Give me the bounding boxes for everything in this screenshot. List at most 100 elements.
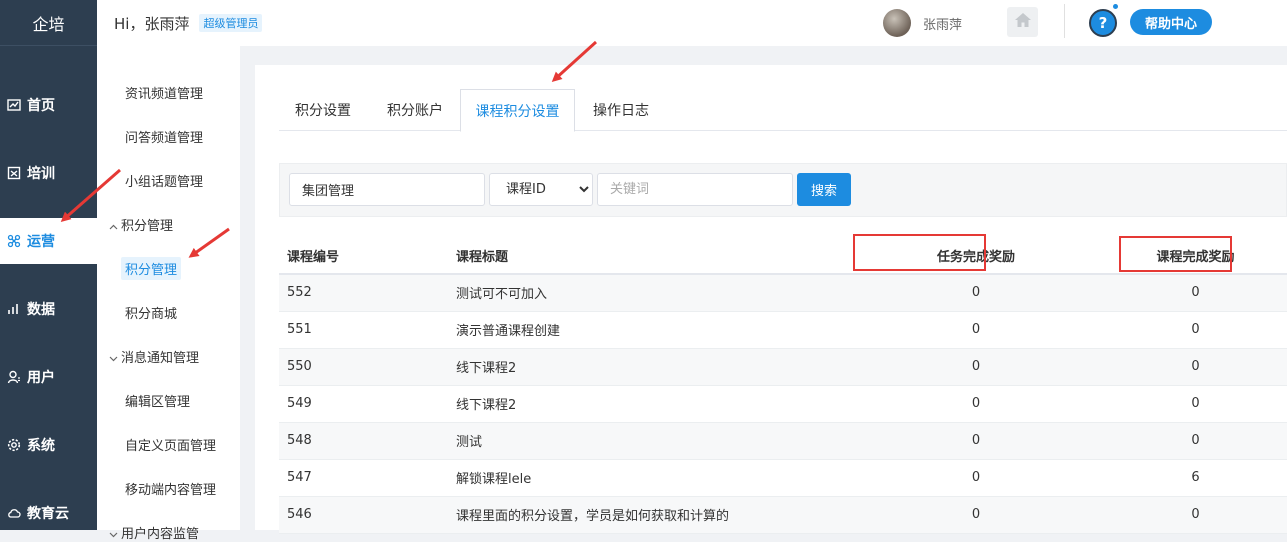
course-points-table: 课程编号 课程标题 任务完成奖励 课程完成奖励 552 测试可不可加入 0 0 …: [279, 237, 1287, 534]
cell-course-reward: 0: [1104, 348, 1287, 386]
avatar[interactable]: [883, 9, 911, 37]
chevron-down-icon: [109, 530, 121, 541]
sidebar-item-label: 培训: [27, 166, 55, 182]
sidebar-item-data[interactable]: 数据: [0, 286, 97, 332]
cell-course-title[interactable]: 线下课程2: [448, 348, 848, 386]
header-divider: [1064, 4, 1065, 38]
user-icon: [6, 369, 22, 385]
cell-course-id: 549: [279, 385, 448, 423]
submenu-item-qa-channel[interactable]: 问答频道管理: [125, 127, 203, 146]
cell-course-title[interactable]: 课程里面的积分设置，学员是如何获取和计算的: [448, 496, 848, 534]
submenu-item-news-channel[interactable]: 资讯频道管理: [125, 83, 203, 102]
submenu-group-label: 消息通知管理: [121, 351, 200, 366]
help-center-button[interactable]: 帮助中心: [1130, 9, 1212, 35]
role-badge: 超级管理员: [199, 14, 263, 32]
sidebar-item-label: 用户: [27, 370, 55, 386]
cell-course-reward: 0: [1104, 274, 1287, 312]
main-panel: 积分设置 积分账户 课程积分设置 操作日志 课程ID 搜索 课程编号 课程标题 …: [255, 65, 1287, 534]
operations-icon: [6, 233, 22, 249]
keyword-input[interactable]: [597, 173, 793, 206]
cell-course-title[interactable]: 线下课程2: [448, 385, 848, 423]
organization-field[interactable]: [289, 173, 485, 206]
cell-course-reward: 0: [1104, 311, 1287, 349]
help-question-icon[interactable]: ?: [1089, 9, 1117, 37]
chevron-down-icon: [109, 354, 121, 365]
sidebar-item-label: 教育云: [27, 506, 69, 522]
table-row[interactable]: 549 线下课程2 0 0: [279, 385, 1287, 423]
cell-task-reward: 0: [848, 348, 1104, 386]
top-header: Hi，张雨萍 超级管理员 张雨萍 ? 帮助中心: [97, 0, 1287, 46]
table-row[interactable]: 552 测试可不可加入 0 0: [279, 274, 1287, 312]
chevron-up-icon: [109, 222, 121, 233]
tab-bar: 积分设置 积分账户 课程积分设置 操作日志: [279, 89, 1287, 132]
sub-menu: 资讯频道管理 问答频道管理 小组话题管理 积分管理 积分管理 积分商城 消息通知…: [97, 46, 240, 542]
main-sidebar: 企培 首页 培训 运营 数据 用户 系统 教育云: [0, 0, 97, 530]
app-logo[interactable]: 企培: [0, 0, 97, 46]
column-header-course-id[interactable]: 课程编号: [279, 237, 448, 275]
submenu-group-label: 积分管理: [121, 219, 174, 234]
cell-course-id: 547: [279, 459, 448, 497]
book-icon: [6, 165, 22, 181]
sidebar-item-home[interactable]: 首页: [0, 82, 97, 128]
cell-course-title[interactable]: 测试: [448, 422, 848, 460]
submenu-group-notifications[interactable]: 消息通知管理: [109, 347, 199, 366]
gear-icon: [6, 437, 22, 453]
greeting-text: Hi，张雨萍: [114, 14, 190, 33]
cell-course-title[interactable]: 演示普通课程创建: [448, 311, 848, 349]
sidebar-item-operations[interactable]: 运营: [0, 218, 97, 264]
submenu-item-group-topic[interactable]: 小组话题管理: [125, 171, 203, 190]
submenu-item-mobile-content[interactable]: 移动端内容管理: [125, 479, 216, 498]
submenu-item-points-mall[interactable]: 积分商城: [125, 303, 177, 322]
home-button[interactable]: [1007, 7, 1038, 37]
table-row[interactable]: 550 线下课程2 0 0: [279, 348, 1287, 386]
search-filter-bar: 课程ID 搜索: [279, 163, 1287, 217]
tab-points-accounts[interactable]: 积分账户: [371, 89, 459, 131]
highlight-box-task-reward: [853, 234, 986, 271]
sidebar-item-edu-cloud[interactable]: 教育云: [0, 490, 97, 536]
help-dot-icon: [1113, 4, 1118, 9]
cell-course-reward: 6: [1104, 459, 1287, 497]
table-row[interactable]: 547 解锁课程lele 0 6: [279, 459, 1287, 497]
sidebar-item-users[interactable]: 用户: [0, 354, 97, 400]
submenu-group-label: 用户内容监管: [121, 527, 200, 542]
sidebar-item-label: 数据: [27, 302, 55, 318]
submenu-group-user-content[interactable]: 用户内容监管: [109, 523, 199, 542]
tab-operation-log[interactable]: 操作日志: [577, 89, 665, 131]
home-icon: [1014, 12, 1032, 33]
submenu-group-points[interactable]: 积分管理: [109, 215, 173, 234]
cell-course-id: 552: [279, 274, 448, 312]
cell-task-reward: 0: [848, 274, 1104, 312]
submenu-item-points-management[interactable]: 积分管理: [121, 257, 182, 280]
cell-task-reward: 0: [848, 385, 1104, 423]
cell-course-id: 548: [279, 422, 448, 460]
sidebar-item-label: 首页: [27, 98, 55, 114]
chart-icon: [6, 301, 22, 317]
table-row[interactable]: 548 测试 0 0: [279, 422, 1287, 460]
sidebar-item-system[interactable]: 系统: [0, 422, 97, 468]
cell-course-reward: 0: [1104, 422, 1287, 460]
search-field-select[interactable]: 课程ID: [489, 173, 593, 206]
tab-course-points-settings[interactable]: 课程积分设置: [460, 89, 575, 132]
cell-task-reward: 0: [848, 496, 1104, 534]
tab-points-settings[interactable]: 积分设置: [279, 89, 367, 131]
cell-task-reward: 0: [848, 422, 1104, 460]
sidebar-item-label: 运营: [27, 234, 55, 250]
submenu-item-custom-pages[interactable]: 自定义页面管理: [125, 435, 216, 454]
search-button[interactable]: 搜索: [797, 173, 851, 206]
cell-course-reward: 0: [1104, 385, 1287, 423]
sidebar-item-label: 系统: [27, 438, 55, 454]
highlight-box-course-reward: [1119, 236, 1232, 272]
cell-course-id: 550: [279, 348, 448, 386]
table-row[interactable]: 546 课程里面的积分设置，学员是如何获取和计算的 0 0: [279, 496, 1287, 534]
cell-course-id: 546: [279, 496, 448, 534]
submenu-item-edit-area[interactable]: 编辑区管理: [125, 391, 190, 410]
sidebar-item-training[interactable]: 培训: [0, 150, 97, 196]
cell-course-id: 551: [279, 311, 448, 349]
cell-course-title[interactable]: 测试可不可加入: [448, 274, 848, 312]
dashboard-icon: [6, 97, 22, 113]
column-header-course-title[interactable]: 课程标题: [448, 237, 848, 275]
cell-task-reward: 0: [848, 459, 1104, 497]
table-row[interactable]: 551 演示普通课程创建 0 0: [279, 311, 1287, 349]
username-text[interactable]: 张雨萍: [923, 14, 962, 33]
cell-course-title[interactable]: 解锁课程lele: [448, 459, 848, 497]
